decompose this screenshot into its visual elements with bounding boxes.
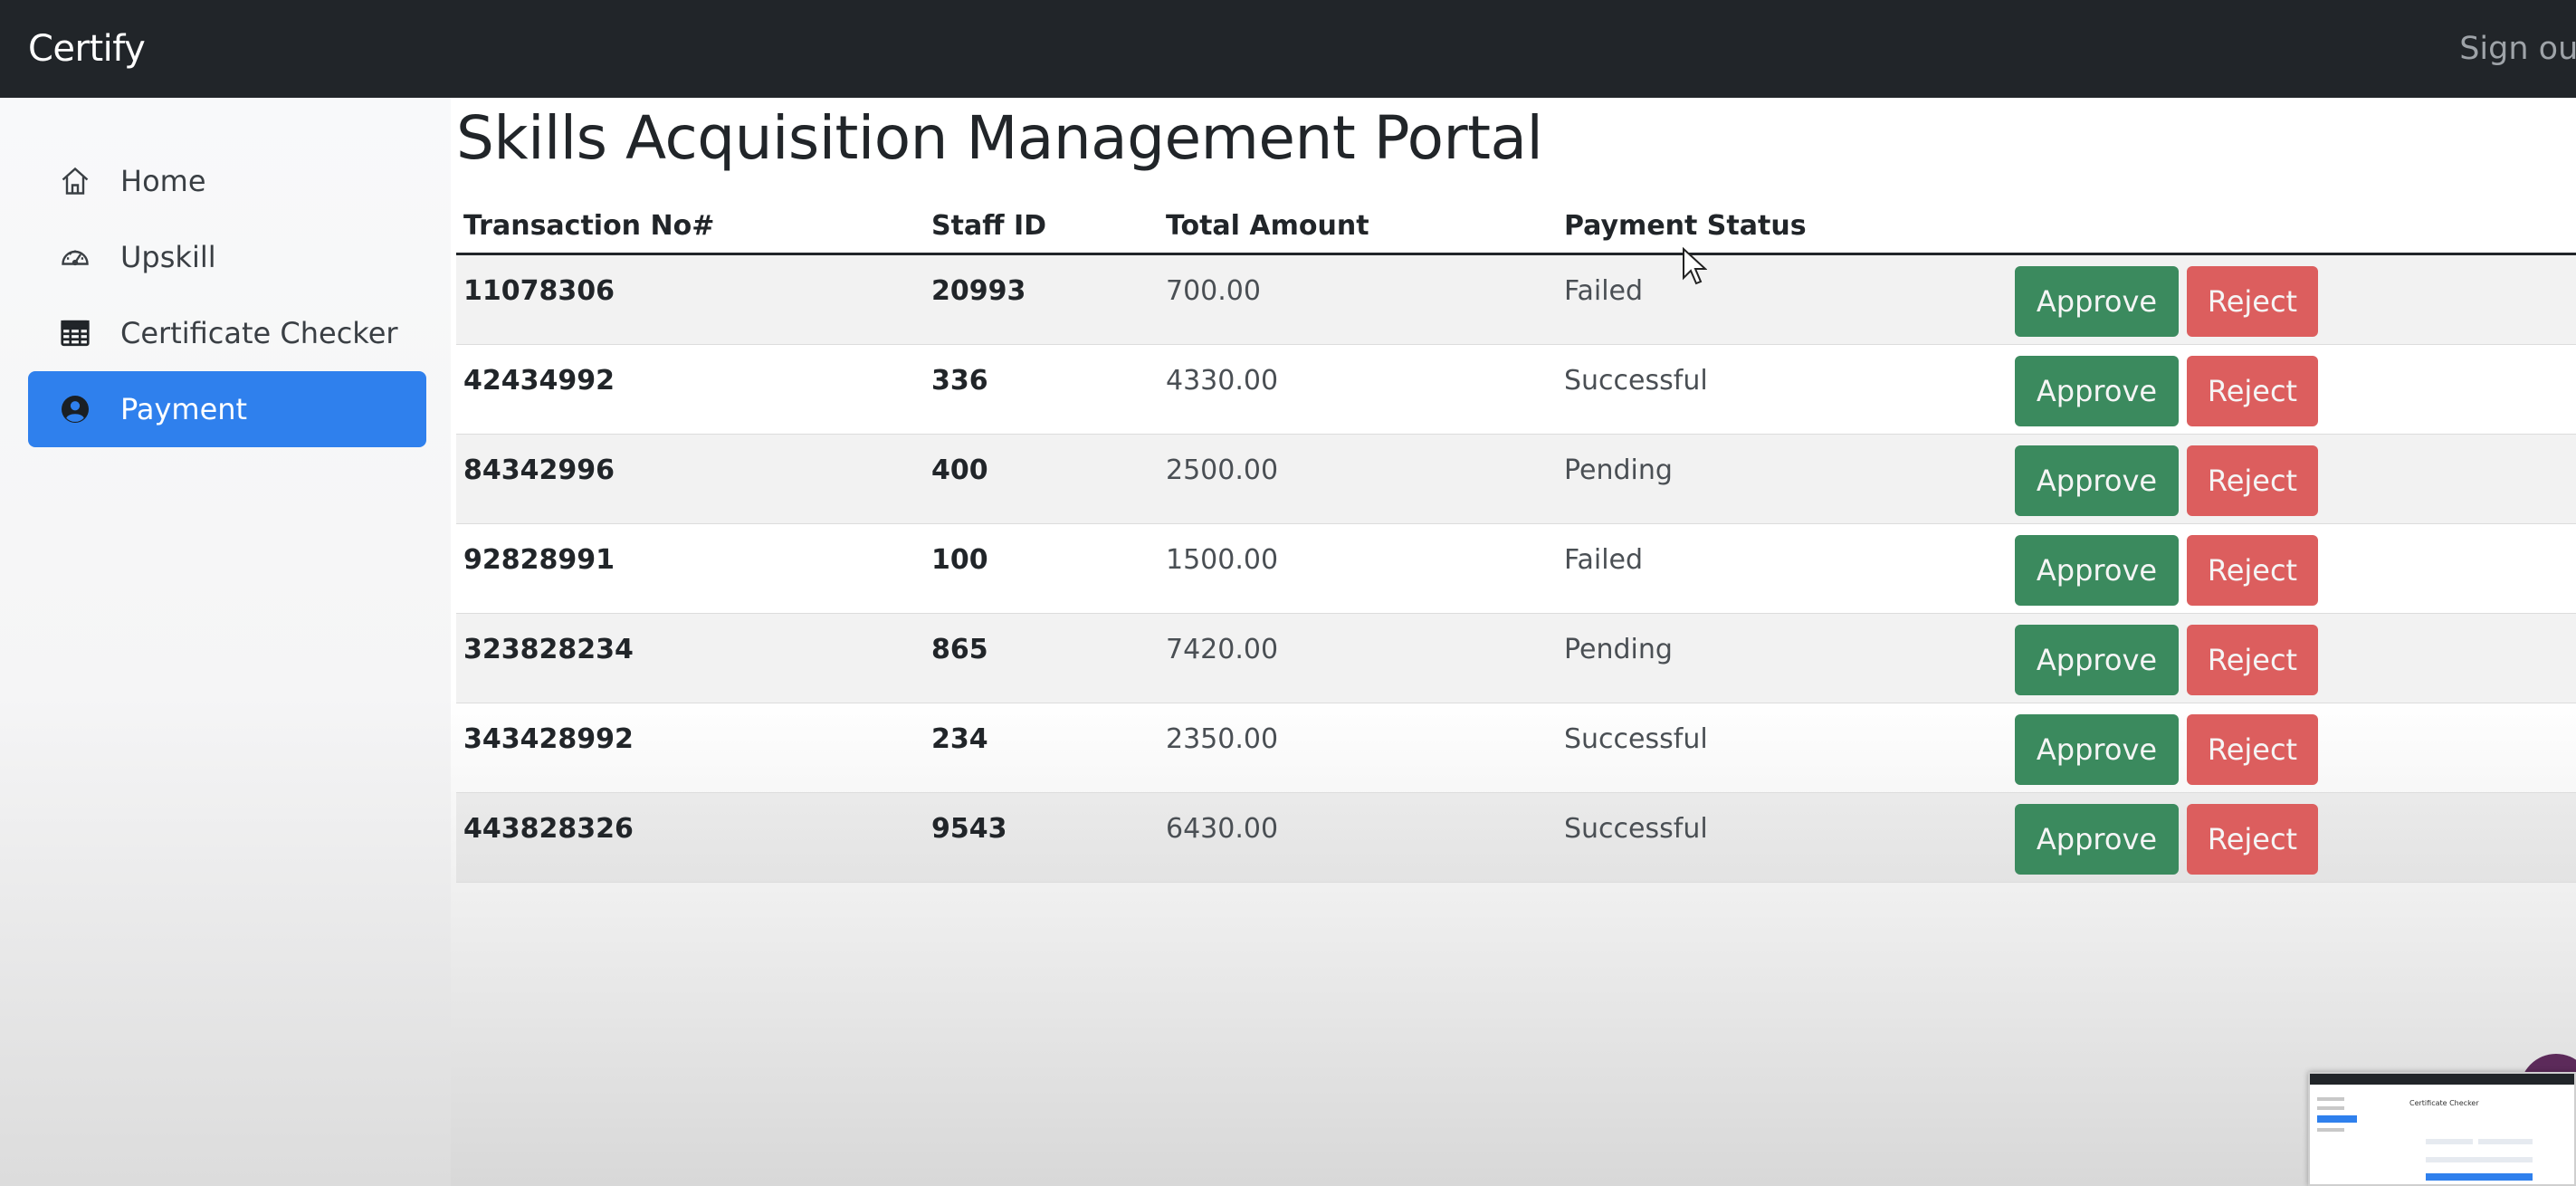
thumbnail-sidebar xyxy=(2317,1097,2357,1137)
approve-button[interactable]: Approve xyxy=(2015,714,2179,785)
approve-button[interactable]: Approve xyxy=(2015,445,2179,516)
staff-id: 20993 xyxy=(931,275,1026,307)
reject-button[interactable]: Reject xyxy=(2187,804,2318,875)
payment-status: Failed xyxy=(1564,544,1644,576)
total-amount: 2500.00 xyxy=(1166,454,1279,486)
row-actions: Approve Reject xyxy=(2015,714,2318,785)
total-amount: 7420.00 xyxy=(1166,634,1279,665)
reject-button[interactable]: Reject xyxy=(2187,714,2318,785)
payment-status: Successful xyxy=(1564,723,1708,755)
total-amount: 6430.00 xyxy=(1166,813,1279,845)
payment-status: Pending xyxy=(1564,454,1673,486)
header-transaction-no: Transaction No# xyxy=(463,210,715,242)
total-amount: 1500.00 xyxy=(1166,544,1279,576)
user-circle-icon xyxy=(59,393,91,426)
sign-out-link[interactable]: Sign out xyxy=(2459,31,2576,67)
table-row: 343428992 234 2350.00 Successful Approve… xyxy=(456,703,2576,793)
thumbnail-title: Certificate Checker xyxy=(2409,1099,2479,1107)
page-title: Skills Acquisition Management Portal xyxy=(456,103,1543,173)
reject-button[interactable]: Reject xyxy=(2187,266,2318,337)
payment-status: Successful xyxy=(1564,365,1708,397)
payment-status: Pending xyxy=(1564,634,1673,665)
total-amount: 4330.00 xyxy=(1166,365,1279,397)
sidebar-item-label: Upskill xyxy=(120,240,216,274)
row-actions: Approve Reject xyxy=(2015,625,2318,695)
row-actions: Approve Reject xyxy=(2015,535,2318,606)
row-actions: Approve Reject xyxy=(2015,356,2318,426)
sidebar-item-payment[interactable]: Payment xyxy=(28,371,426,447)
thumbnail-button xyxy=(2426,1173,2533,1181)
table-row: 443828326 9543 6430.00 Successful Approv… xyxy=(456,793,2576,883)
speedometer-icon xyxy=(59,241,91,273)
payment-status: Successful xyxy=(1564,813,1708,845)
row-actions: Approve Reject xyxy=(2015,445,2318,516)
sidebar-item-label: Payment xyxy=(120,392,248,426)
staff-id: 865 xyxy=(931,634,988,665)
transaction-no: 84342996 xyxy=(463,454,615,486)
transaction-no: 323828234 xyxy=(463,634,634,665)
staff-id: 400 xyxy=(931,454,988,486)
approve-button[interactable]: Approve xyxy=(2015,804,2179,875)
table-icon xyxy=(59,317,91,349)
total-amount: 2350.00 xyxy=(1166,723,1279,755)
table-row: 11078306 20993 700.00 Failed Approve Rej… xyxy=(456,255,2576,345)
thumbnail-topbar xyxy=(2310,1074,2574,1085)
transaction-no: 42434992 xyxy=(463,365,615,397)
video-thumbnail-preview[interactable]: Certificate Checker xyxy=(2308,1072,2576,1186)
reject-button[interactable]: Reject xyxy=(2187,445,2318,516)
row-actions: Approve Reject xyxy=(2015,266,2318,337)
transaction-no: 11078306 xyxy=(463,275,615,307)
top-navbar: Certify Sign out xyxy=(0,0,2576,98)
table-row: 42434992 336 4330.00 Successful Approve … xyxy=(456,345,2576,435)
brand-logo[interactable]: Certify xyxy=(28,28,146,70)
reject-button[interactable]: Reject xyxy=(2187,625,2318,695)
approve-button[interactable]: Approve xyxy=(2015,356,2179,426)
reject-button[interactable]: Reject xyxy=(2187,535,2318,606)
approve-button[interactable]: Approve xyxy=(2015,266,2179,337)
header-total-amount: Total Amount xyxy=(1166,210,1369,242)
staff-id: 100 xyxy=(931,544,988,576)
staff-id: 336 xyxy=(931,365,988,397)
main-content: Skills Acquisition Management Portal Tra… xyxy=(451,98,2576,1186)
sidebar-item-label: Home xyxy=(120,164,206,198)
transaction-no: 343428992 xyxy=(463,723,634,755)
approve-button[interactable]: Approve xyxy=(2015,625,2179,695)
transaction-no: 92828991 xyxy=(463,544,615,576)
transaction-no: 443828326 xyxy=(463,813,634,845)
reject-button[interactable]: Reject xyxy=(2187,356,2318,426)
table-row: 92828991 100 1500.00 Failed Approve Reje… xyxy=(456,524,2576,614)
sidebar-item-upskill[interactable]: Upskill xyxy=(28,219,426,295)
payment-status: Failed xyxy=(1564,275,1644,307)
table-row: 84342996 400 2500.00 Pending Approve Rej… xyxy=(456,435,2576,524)
mouse-cursor-icon xyxy=(1683,247,1707,285)
table-header: Transaction No# Staff ID Total Amount Pa… xyxy=(456,194,2576,255)
header-staff-id: Staff ID xyxy=(931,210,1047,242)
payments-table: Transaction No# Staff ID Total Amount Pa… xyxy=(456,194,2576,883)
sidebar-item-home[interactable]: Home xyxy=(28,143,426,219)
staff-id: 234 xyxy=(931,723,988,755)
header-payment-status: Payment Status xyxy=(1564,210,1807,242)
home-icon xyxy=(59,165,91,197)
approve-button[interactable]: Approve xyxy=(2015,535,2179,606)
sidebar-item-certificate-checker[interactable]: Certificate Checker xyxy=(28,295,426,371)
sidebar: Home Upskill Certificate Checker Payment xyxy=(0,98,451,1186)
staff-id: 9543 xyxy=(931,813,1007,845)
row-actions: Approve Reject xyxy=(2015,804,2318,875)
total-amount: 700.00 xyxy=(1166,275,1261,307)
table-row: 323828234 865 7420.00 Pending Approve Re… xyxy=(456,614,2576,703)
sidebar-item-label: Certificate Checker xyxy=(120,316,398,350)
sidebar-nav: Home Upskill Certificate Checker Payment xyxy=(28,143,426,447)
